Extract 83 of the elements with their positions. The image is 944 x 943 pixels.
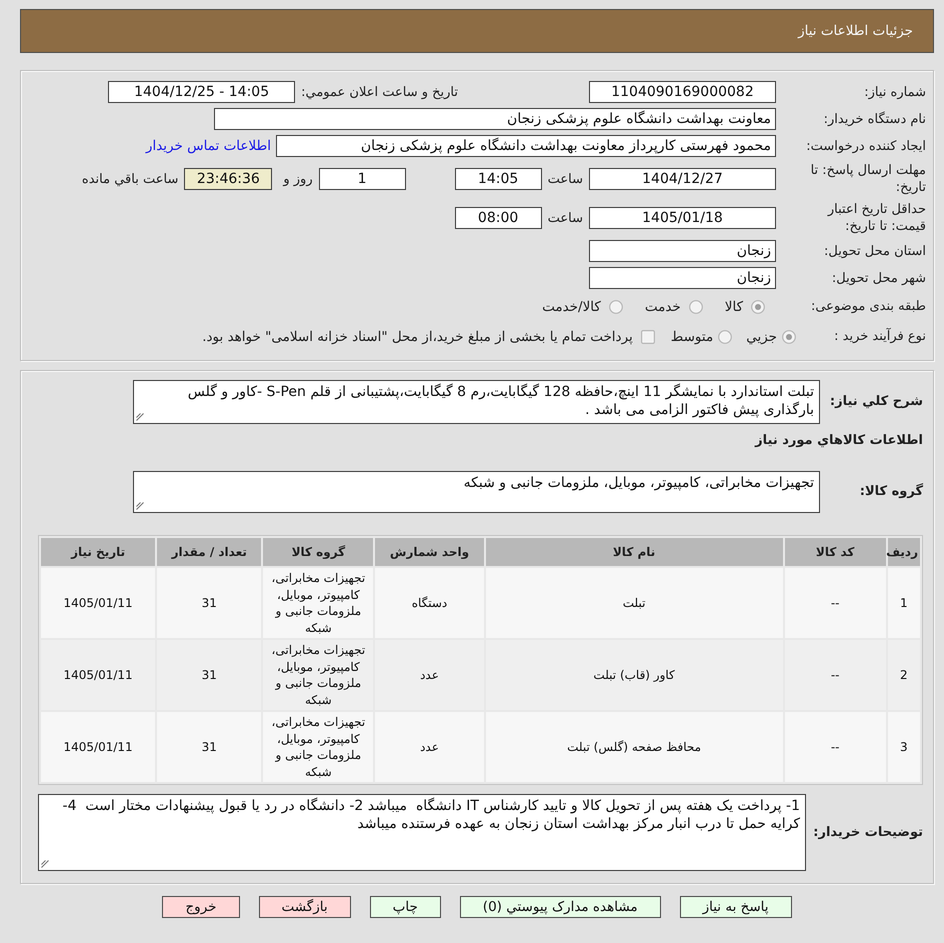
radio-option[interactable]: کالا xyxy=(724,298,765,314)
buyer-notes-field[interactable]: 1- پرداخت یک هفته پس از تحویل کالا و تایید کارشناس IT دانشگاه میباشد 2- دانشگاه در رد یا قبول پیشنهادات مختار است 4- کرایه حمل تا درب انبار مرکز بهداشت استان زنجان به عهده فرستنده میباشد xyxy=(38,794,806,871)
radio-icon[interactable] xyxy=(608,300,623,314)
buyer-organization-field[interactable]: معاونت بهداشت دانشگاه علوم پزشکی زنجان xyxy=(214,108,776,130)
province-field[interactable]: زنجان xyxy=(589,240,776,262)
radio-icon[interactable] xyxy=(688,300,703,314)
table-cell: 2 xyxy=(888,640,920,710)
table-cell: 31 xyxy=(157,640,262,710)
table-cell: 31 xyxy=(157,568,262,638)
field-label: نوع فرآیند خرید : xyxy=(833,328,926,345)
radio-option[interactable]: کالا/خدمت xyxy=(542,298,623,314)
checkbox-option[interactable]: پرداخت تمام یا بخشی از مبلغ خرید،از محل "اسناد خزانه اسلامی" خواهد بود. xyxy=(202,328,655,344)
checkbox-icon[interactable] xyxy=(640,330,655,344)
radio-option[interactable]: جزيي xyxy=(746,328,796,344)
table-cell: تجهیزات مخابراتی، کامپیوتر، موبایل، ملزومات جانبی و شبکه xyxy=(263,568,374,638)
field-label: شرح كلي نیاز: xyxy=(828,393,923,411)
time-label: ساعت xyxy=(548,210,583,226)
action-button[interactable]: خروج xyxy=(162,896,240,918)
table-cell: -- xyxy=(784,712,886,782)
buyer-contact-link[interactable]: اطلاعات تماس خریدار xyxy=(146,138,271,154)
radio-option[interactable]: متوسط xyxy=(670,328,732,344)
validity-date-field[interactable]: 1405/01/18 xyxy=(589,207,776,229)
time-label: ساعت xyxy=(548,172,583,186)
table-cell: کاور (قاب) تبلت xyxy=(486,640,783,710)
time-remaining-label: ساعت باقي مانده xyxy=(82,172,178,186)
table-cell: 1405/01/11 xyxy=(41,568,156,638)
action-button[interactable]: چاپ xyxy=(370,896,441,918)
field-label: حداقل تاریخ اعتبار قیمت: تا تاریخ: xyxy=(826,201,926,235)
page-title: جزئیات اطلاعات نیاز xyxy=(798,23,913,39)
field-label: مهلت ارسال پاسخ: تا تاریخ: xyxy=(810,162,926,196)
column-header: تاریخ نیاز xyxy=(41,538,156,566)
announcement-date-field[interactable]: 1404/12/25 - 14:05 xyxy=(108,81,296,103)
column-header: کد کالا xyxy=(784,538,886,566)
table-cell: 1 xyxy=(888,568,920,638)
time-remaining-field[interactable]: 23:46:36 xyxy=(184,168,272,190)
field-label: توضیحات خریدار: xyxy=(812,824,923,842)
resize-grip-icon[interactable] xyxy=(136,502,144,510)
action-button[interactable]: مشاهده مدارک پیوستي (0) xyxy=(460,896,661,918)
column-header: گروه کالا xyxy=(263,538,374,566)
deadline-date-field[interactable]: 1404/12/27 xyxy=(589,168,776,190)
table-cell: تجهیزات مخابراتی، کامپیوتر، موبایل، ملزومات جانبی و شبکه xyxy=(263,712,374,782)
table-cell: 3 xyxy=(888,712,920,782)
section-title: اطلاعات كالاهاي مورد نیاز xyxy=(754,432,923,450)
resize-grip-icon[interactable] xyxy=(136,413,144,421)
city-field[interactable]: زنجان xyxy=(589,267,776,289)
field-label: تاریخ و ساعت اعلان عمومي: xyxy=(301,84,458,100)
action-button[interactable]: بازگشت xyxy=(258,896,351,918)
column-header: ردیف xyxy=(888,538,920,566)
table-cell: 31 xyxy=(157,712,262,782)
table-cell: -- xyxy=(784,640,886,710)
table-cell: عدد xyxy=(375,712,484,782)
table-cell: دستگاه xyxy=(375,568,484,638)
need-number-field[interactable]: 1104090169000082 xyxy=(589,81,776,103)
table-cell: تبلت xyxy=(486,568,783,638)
field-label: ایجاد کننده درخواست: xyxy=(805,138,926,154)
field-label: شهر محل تحویل: xyxy=(830,270,926,286)
field-label: گروه کالا: xyxy=(858,483,923,501)
deadline-time-field[interactable]: 14:05 xyxy=(454,168,542,190)
field-label: استان محل تحویل: xyxy=(823,242,926,260)
table-cell: عدد xyxy=(375,640,484,710)
days-label: روز و xyxy=(283,172,313,186)
table-cell: محافظ صفحه (گلس) تبلت xyxy=(486,712,783,782)
table-cell: تجهیزات مخابراتی، کامپیوتر، موبایل، ملزومات جانبی و شبکه xyxy=(263,640,374,710)
table-cell: -- xyxy=(784,568,886,638)
action-button[interactable]: پاسخ به نیاز xyxy=(680,896,792,918)
column-header: نام کالا xyxy=(486,538,783,566)
column-header: واحد شمارش xyxy=(375,538,484,566)
radio-option[interactable]: خدمت xyxy=(644,298,703,314)
radio-icon[interactable] xyxy=(751,300,765,314)
table-cell: 1405/01/11 xyxy=(41,640,156,710)
resize-grip-icon[interactable] xyxy=(41,860,49,868)
field-label: طبقه بندی موضوعی: xyxy=(810,298,926,315)
goods-group-field[interactable]: تجهیزات مخابراتی، کامپیوتر، موبایل، ملزومات جانبی و شبکه xyxy=(133,471,820,513)
validity-time-field[interactable]: 08:00 xyxy=(454,207,542,229)
days-remaining-field[interactable]: 1 xyxy=(318,168,406,190)
table-cell: 1405/01/11 xyxy=(41,712,156,782)
radio-icon[interactable] xyxy=(782,330,796,344)
radio-icon[interactable] xyxy=(718,330,732,344)
field-label: شماره نیاز: xyxy=(863,84,926,100)
field-label: نام دستگاه خریدار: xyxy=(822,110,926,128)
requester-field[interactable]: محمود فهرستی کارپرداز معاونت بهداشت دانشگاه علوم پزشکی زنجان xyxy=(276,135,776,157)
column-header: تعداد / مقدار xyxy=(157,538,262,566)
need-description-field[interactable]: تبلت استاندارد با نمایشگر 11 اینچ،حافظه 128 گیگابایت،رم 8 گیگابایت،پشتیبانی از قلم S-Pen -کاور و گلس بارگذاری پیش فاکتور الزامی می باشد . xyxy=(133,380,820,424)
